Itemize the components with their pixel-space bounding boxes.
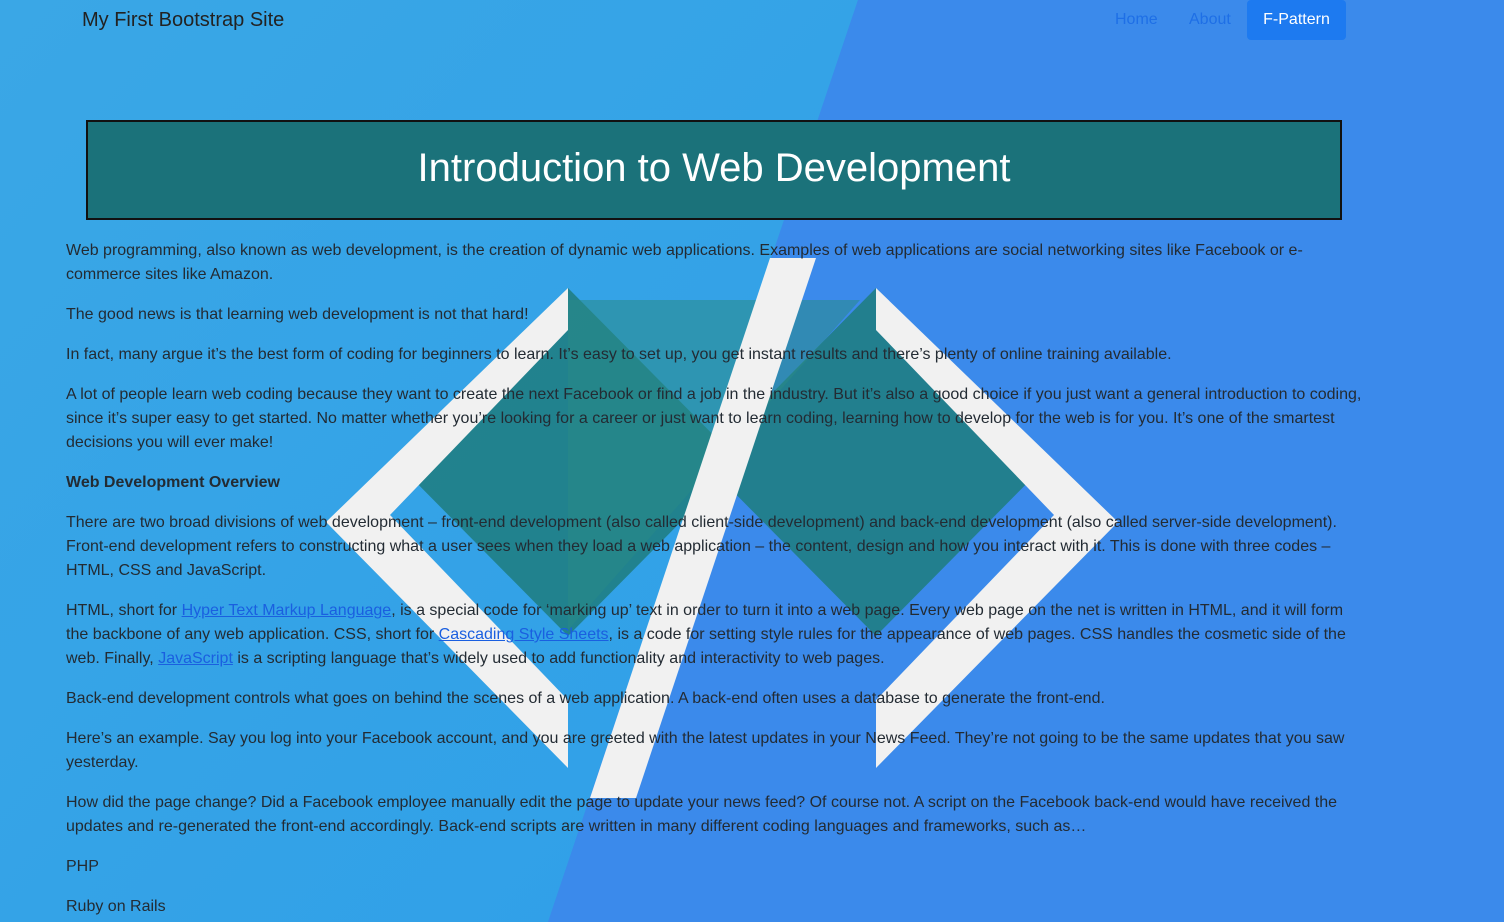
- nav-link-f-pattern[interactable]: F-Pattern: [1247, 0, 1346, 40]
- page-title-banner: Introduction to Web Development: [86, 120, 1342, 220]
- paragraph-back-end: Back-end development controls what goes …: [66, 690, 1105, 707]
- paragraph-divisions: There are two broad divisions of web dev…: [66, 514, 1337, 579]
- css-link[interactable]: Cascading Style Sheets: [439, 626, 609, 643]
- javascript-link[interactable]: JavaScript: [158, 650, 233, 667]
- main-content: Web programming, also known as web devel…: [66, 239, 1366, 922]
- navbar: My First Bootstrap Site Home About F-Pat…: [0, 0, 1504, 44]
- paragraph-intro: Web programming, also known as web devel…: [66, 242, 1303, 283]
- paragraph-example: Here’s an example. Say you log into your…: [66, 730, 1345, 771]
- list-item-php: PHP: [66, 858, 99, 875]
- text-span: HTML, short for: [66, 602, 182, 619]
- section-heading: Web Development Overview: [66, 474, 280, 491]
- paragraph-in-fact: In fact, many argue it’s the best form o…: [66, 346, 1172, 363]
- paragraph-people-learn: A lot of people learn web coding because…: [66, 386, 1362, 451]
- paragraph-good-news: The good news is that learning web devel…: [66, 306, 529, 323]
- text-span: is a scripting language that’s widely us…: [232, 650, 885, 667]
- list-item-ruby-on-rails: Ruby on Rails: [66, 898, 166, 915]
- paragraph-html-css-js: HTML, short for Hyper Text Markup Langua…: [66, 599, 1366, 671]
- paragraph-page-change: How did the page change? Did a Facebook …: [66, 794, 1338, 835]
- nav-link-about[interactable]: About: [1189, 10, 1231, 30]
- nav-link-home[interactable]: Home: [1115, 10, 1158, 30]
- page-title: Introduction to Web Development: [417, 146, 1011, 190]
- html-link[interactable]: Hyper Text Markup Language: [182, 602, 392, 619]
- navbar-brand[interactable]: My First Bootstrap Site: [82, 8, 284, 32]
